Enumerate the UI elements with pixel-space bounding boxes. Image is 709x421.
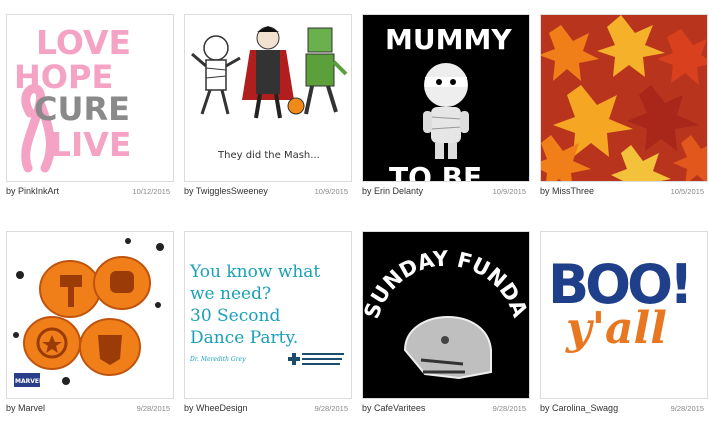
art-arc-text: SUNDAY FUNDAY (363, 232, 529, 322)
post-date: 9/28/2015 (314, 404, 348, 413)
card-thumbnail[interactable]: You know what we need? 30 Second Dance P… (184, 231, 352, 399)
author-link[interactable]: Erin Delanty (374, 186, 423, 196)
mummy-to-be-artwork: MUMMY TO BE (385, 23, 512, 181)
card-thumbnail[interactable]: LOVE HOPE CURE LIVE (6, 14, 174, 182)
art-line-2: we need? (190, 284, 271, 304)
marvel-pumpkins-artwork: MARVEL (13, 238, 164, 387)
art-caption: They did the Mash... (217, 150, 320, 161)
card-meta: by WheeDesign 9/28/2015 (184, 403, 352, 417)
card-meta: by Erin Delanty 10/9/2015 (362, 186, 530, 200)
post-date: 10/5/2015 (670, 187, 704, 196)
by-label: by (540, 186, 550, 196)
art-bottom-text: TO BE (389, 161, 482, 181)
card-thumbnail[interactable] (540, 14, 708, 182)
hospital-logo-icon (302, 353, 344, 355)
art-top-text: MUMMY (385, 23, 512, 56)
art-line-3: CURE (34, 90, 130, 128)
card-meta: by Carolina_Swagg 9/28/2015 (540, 403, 708, 417)
card-thumbnail[interactable]: SUNDAY FUNDAY (362, 231, 530, 399)
author-link[interactable]: Carolina_Swagg (552, 403, 618, 413)
by-label: by (184, 403, 194, 413)
art-line-1: LOVE (36, 23, 131, 62)
jack-o-lantern-icon (287, 97, 305, 115)
fist-icon (110, 271, 134, 293)
post-date: 9/28/2015 (136, 404, 170, 413)
art-line-4: Dance Party. (190, 328, 298, 348)
card-thumbnail[interactable]: BOO! y'all (540, 231, 708, 399)
author-link[interactable]: CafeVaritees (374, 403, 425, 413)
boo-yall-artwork: BOO! y'all (548, 253, 694, 354)
by-label: by (6, 403, 16, 413)
dance-party-quote-artwork: You know what we need? 30 Second Dance P… (189, 262, 344, 365)
author-link[interactable]: Marvel (18, 403, 45, 413)
by-label: by (362, 186, 372, 196)
art-line-4: LIVE (50, 125, 131, 164)
art-line-3: 30 Second (190, 306, 280, 326)
by-label: by (362, 403, 372, 413)
author-link[interactable]: TwigglesSweeney (196, 186, 268, 196)
sunday-funday-artwork: SUNDAY FUNDAY (363, 232, 529, 380)
by-label: by (540, 403, 550, 413)
post-date: 10/12/2015 (132, 187, 170, 196)
author-link[interactable]: PinkInkArt (18, 186, 59, 196)
author-link[interactable]: MissThree (552, 186, 594, 196)
card-meta: by PinkInkArt 10/12/2015 (6, 186, 174, 200)
art-line-1: You know what (189, 262, 320, 282)
art-logo: MARVEL (15, 378, 43, 385)
post-date: 10/9/2015 (492, 187, 526, 196)
card-meta: by CafeVaritees 9/28/2015 (362, 403, 530, 417)
frankenstein-figure-icon (304, 27, 348, 115)
autumn-leaves-artwork (541, 15, 707, 181)
art-yall-text: y'all (565, 303, 667, 354)
post-date: 9/28/2015 (492, 404, 526, 413)
card-thumbnail[interactable]: They did the Mash... (184, 14, 352, 182)
art-signature: Dr. Meredith Grey (189, 356, 246, 363)
by-label: by (184, 186, 194, 196)
card-meta: by Marvel 9/28/2015 (6, 403, 174, 417)
card-meta: by TwigglesSweeney 10/9/2015 (184, 186, 352, 200)
maple-leaf-icon (541, 15, 707, 181)
card-thumbnail[interactable]: MUMMY TO BE (362, 14, 530, 182)
card-meta: by MissThree 10/5/2015 (540, 186, 708, 200)
post-date: 9/28/2015 (670, 404, 704, 413)
baby-mummy-icon (423, 63, 469, 159)
post-date: 10/9/2015 (314, 187, 348, 196)
by-label: by (6, 186, 16, 196)
football-helmet-icon (403, 316, 492, 380)
author-link[interactable]: WheeDesign (196, 403, 248, 413)
love-hope-cure-live-artwork: LOVE HOPE CURE LIVE (14, 23, 131, 173)
card-thumbnail[interactable]: MARVEL (6, 231, 174, 399)
hospital-cross-icon (288, 353, 300, 365)
monster-mash-artwork: They did the Mash... (191, 26, 348, 161)
mummy-figure-icon (191, 35, 241, 115)
vampire-figure-icon (242, 26, 294, 119)
